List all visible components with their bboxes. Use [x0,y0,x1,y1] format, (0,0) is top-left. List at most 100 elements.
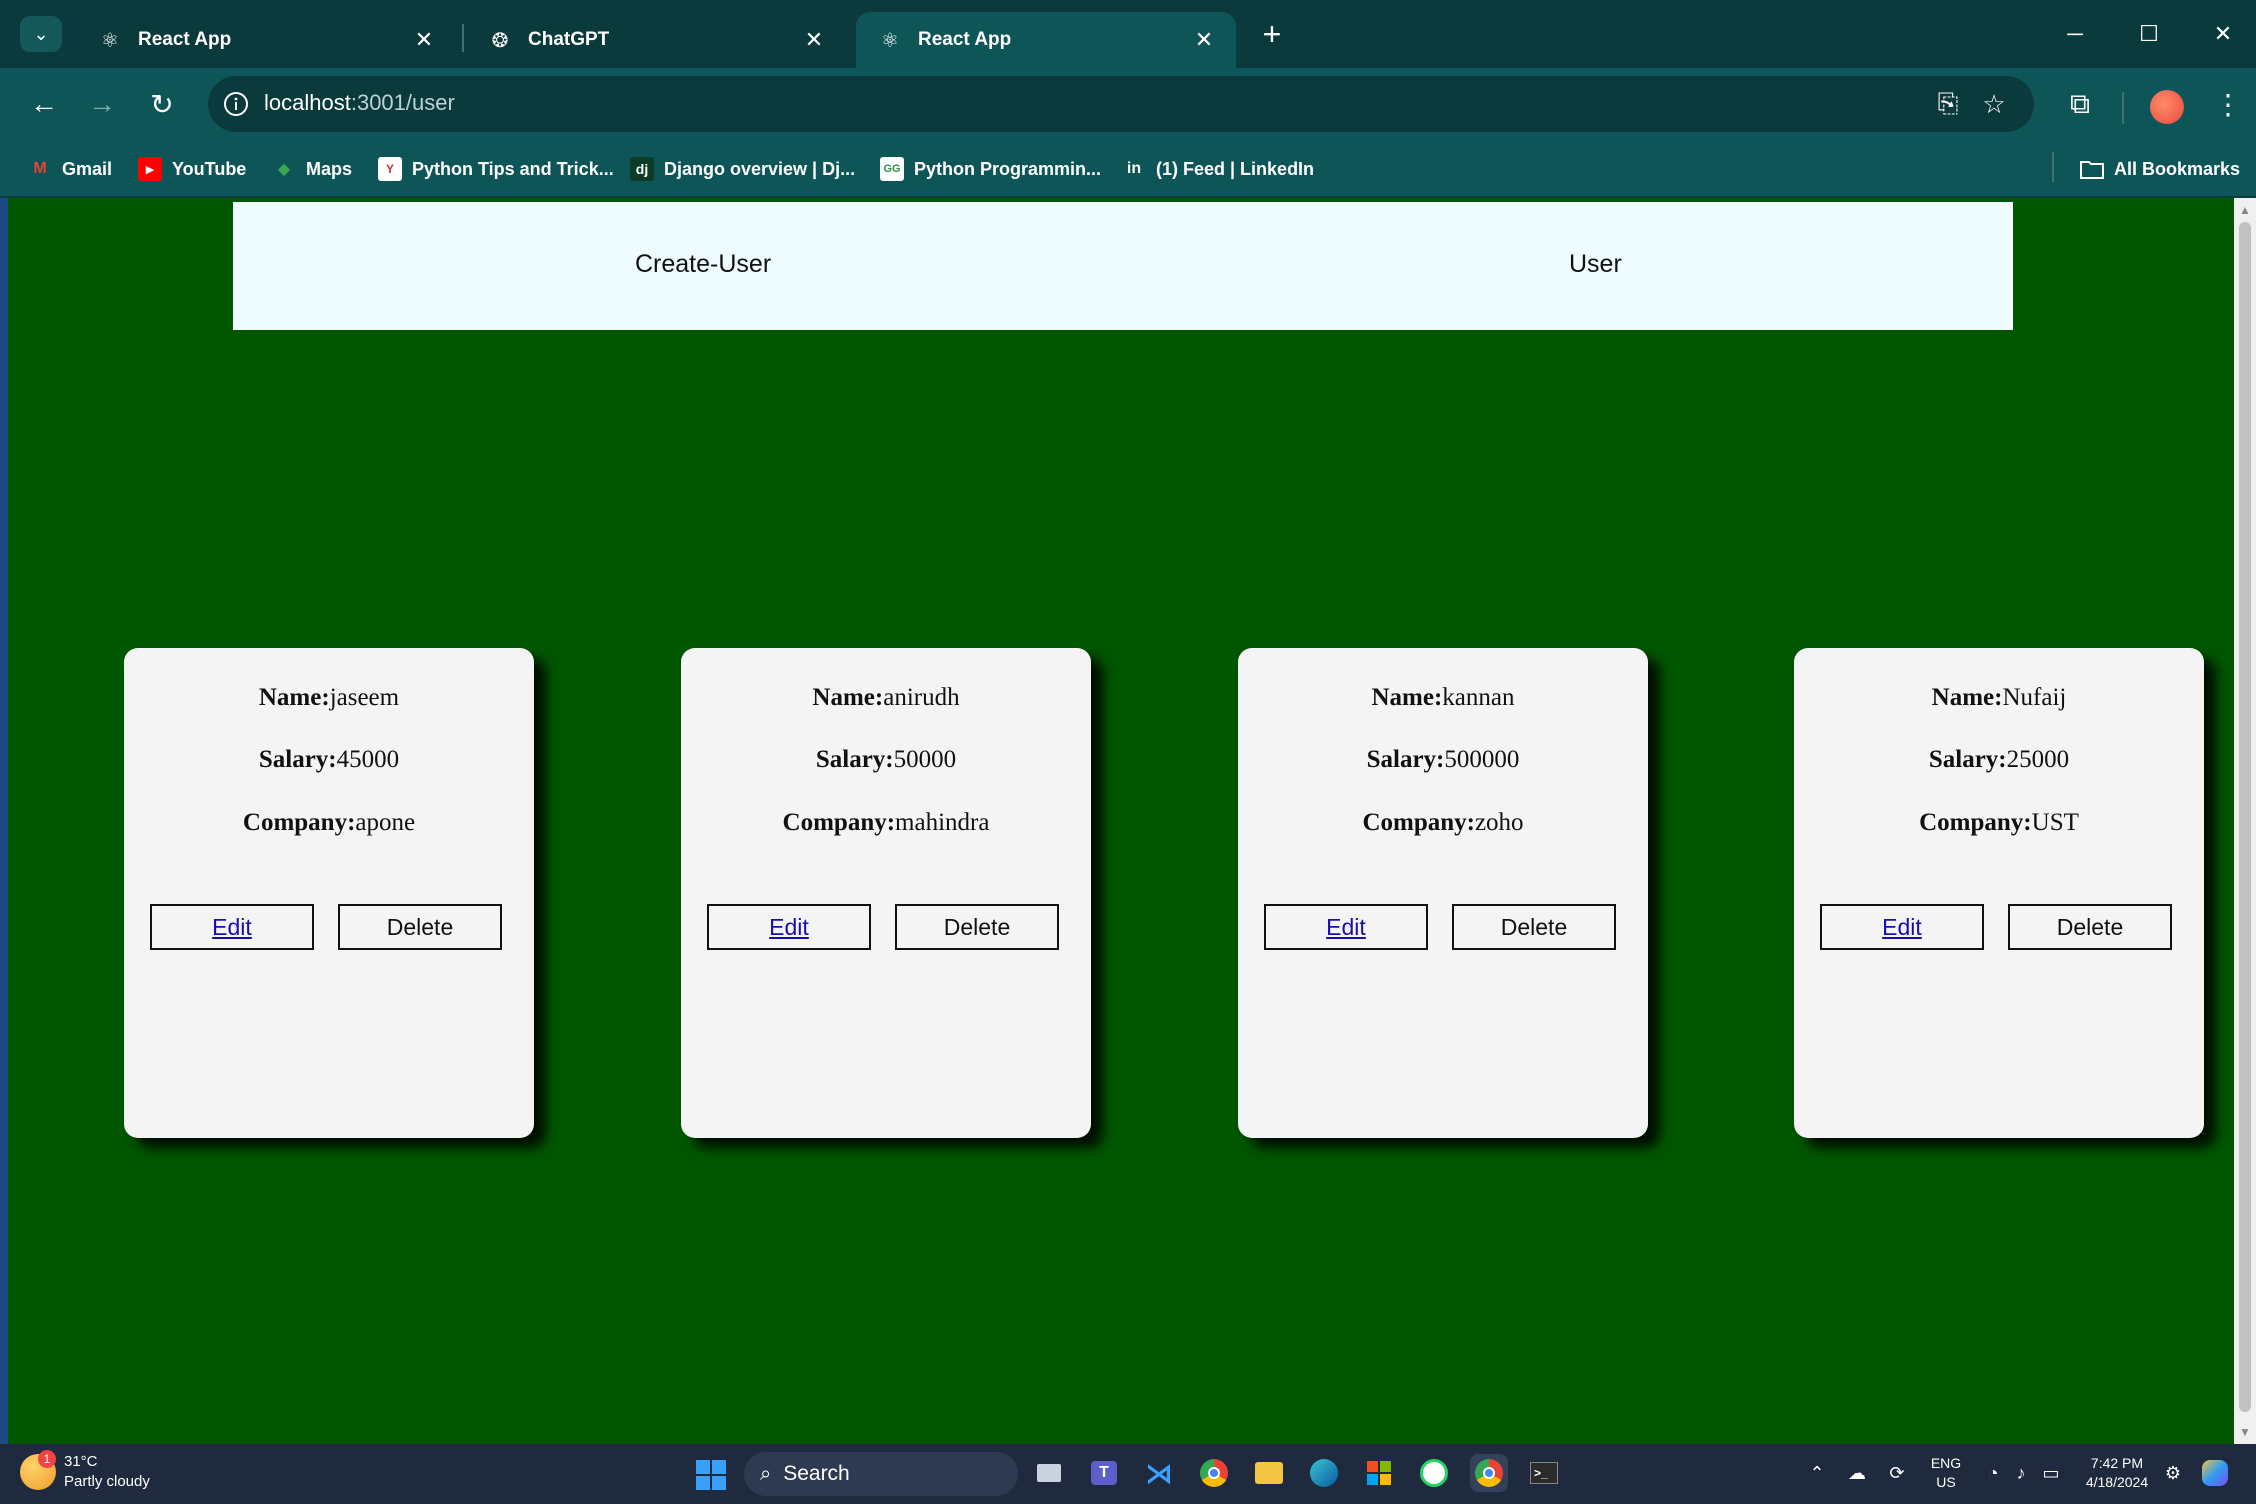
install-app-icon[interactable]: ⎘ [1930,86,1966,122]
react-icon: ⚛ [881,29,899,52]
linkedin-icon: in [1126,160,1142,177]
search-icon: ⌕ [760,1462,772,1485]
reload-icon[interactable]: ↻ [140,82,184,126]
back-arrow-icon[interactable]: ← [22,82,66,126]
browser-toolbar: ← → ↻ localhost:3001/user ⎘ ☆ ⧉ ⋮ [0,68,2256,140]
user-name: Name:Nufaij [1794,684,2204,712]
delete-button[interactable]: Delete [895,904,1059,950]
whatsapp-icon[interactable] [1415,1454,1453,1492]
tab-divider [462,24,464,52]
menu-kebab-icon[interactable]: ⋮ [2208,84,2248,124]
user-name: Name:anirudh [681,684,1091,712]
edge-icon[interactable] [1305,1454,1343,1492]
notifications-icon[interactable]: ⚙ [2158,1454,2188,1492]
user-salary: Salary:25000 [1794,746,2204,774]
delete-button[interactable]: Delete [338,904,502,950]
battery-icon[interactable]: ▭ [2036,1454,2066,1492]
clock[interactable]: 7:42 PM 4/18/2024 [2074,1454,2160,1492]
edit-button[interactable]: Edit [707,904,871,950]
file-explorer-icon[interactable] [1250,1454,1288,1492]
volume-icon[interactable]: ♪ [2006,1454,2036,1492]
vscode-icon[interactable]: ⋊ [1140,1454,1178,1492]
language-indicator[interactable]: ENG US [1926,1454,1966,1492]
maximize-icon[interactable]: ☐ [2124,12,2174,56]
bookmark-youtube[interactable]: ▶ YouTube [138,154,246,184]
window-edge [0,198,8,1444]
tab-search-dropdown-icon[interactable]: ⌄ [20,16,62,52]
terminal-icon[interactable]: >_ [1525,1454,1563,1492]
url-text: localhost:3001/user [264,90,455,116]
tab-react-app-1[interactable]: ⚛ React App ✕ [76,12,456,68]
scroll-up-icon[interactable]: ▲ [2238,202,2252,218]
bookmark-linkedin[interactable]: in (1) Feed | LinkedIn [1122,154,1314,184]
url-host: localhost [264,90,351,115]
close-icon[interactable]: ✕ [800,26,828,54]
close-icon[interactable]: ✕ [410,26,438,54]
edit-button[interactable]: Edit [150,904,314,950]
edit-button[interactable]: Edit [1264,904,1428,950]
react-icon: ⚛ [101,29,119,52]
time: 7:42 PM [2090,1455,2144,1471]
minimize-icon[interactable]: ─ [2050,12,2100,56]
all-bookmarks-button[interactable]: All Bookmarks [2080,154,2240,184]
bookmark-django[interactable]: dj Django overview | Dj... [630,154,855,184]
nav-link-user[interactable]: User [1569,250,1622,279]
vertical-scrollbar[interactable]: ▲ ▼ [2234,198,2256,1444]
bookmarks-bar: M Gmail ▶ YouTube ◆ Maps Y Python Tips a… [0,140,2256,196]
scroll-down-icon[interactable]: ▼ [2238,1424,2252,1440]
new-tab-plus-icon[interactable]: + [1252,16,1292,52]
profile-avatar[interactable] [2150,90,2184,124]
bookmark-gmail[interactable]: M Gmail [28,154,112,184]
gmail-icon: M [33,160,47,177]
company-label: Company: [1362,809,1475,836]
bookmark-label: Python Programmin... [914,158,1102,179]
company-label: Company: [242,809,356,836]
delete-button[interactable]: Delete [1452,904,1616,950]
bookmark-maps[interactable]: ◆ Maps [272,154,352,184]
extensions-puzzle-icon[interactable]: ⧉ [2060,84,2100,124]
toolbar-divider [2122,92,2124,124]
tab-title: ChatGPT [528,29,610,50]
bookmark-label: Maps [306,158,353,179]
language: ENG [1930,1455,1962,1471]
tab-chatgpt[interactable]: ❂ ChatGPT ✕ [466,12,846,68]
edit-button[interactable]: Edit [1820,904,1984,950]
user-name: Name:jaseem [124,684,534,712]
scrollbar-thumb[interactable] [2239,222,2251,1412]
chrome-active-icon[interactable] [1470,1454,1508,1492]
windows-start-icon[interactable] [696,1460,726,1490]
show-hidden-icons-chevron-icon[interactable]: ⌃ [1802,1454,1832,1492]
salary-label: Salary: [1366,746,1445,773]
bookmark-label: All Bookmarks [2114,158,2241,179]
weather-condition: Partly cloudy [64,1473,150,1490]
chatgpt-icon: ❂ [491,29,509,52]
teams-icon[interactable]: T [1085,1454,1123,1492]
site-icon: GG [880,157,904,181]
user-company: Company:apone [124,809,534,837]
nav-link-create-user[interactable]: Create-User [635,250,771,279]
onedrive-icon[interactable]: ☁ [1842,1454,1872,1492]
close-icon[interactable]: ✕ [1190,26,1218,54]
wifi-icon[interactable]: ◔ [1978,1454,2008,1492]
copilot-icon[interactable] [2200,1454,2230,1492]
window-close-icon[interactable]: ✕ [2198,12,2248,56]
salary-value: 25000 [2006,746,2070,773]
taskbar-search[interactable]: ⌕ Search [744,1452,1018,1496]
task-view-icon[interactable] [1030,1454,1068,1492]
tab-react-app-active[interactable]: ⚛ React App ✕ [856,12,1236,68]
site-info-icon[interactable] [218,86,254,122]
microsoft-store-icon[interactable] [1360,1454,1398,1492]
delete-button[interactable]: Delete [2008,904,2172,950]
name-value: anirudh [883,684,960,711]
weather-text: 31°C Partly cloudy [64,1452,150,1492]
bookmark-python-tips[interactable]: Y Python Tips and Trick... [378,154,614,184]
weather-widget[interactable]: 1 31°C Partly cloudy [20,1450,150,1492]
bookmark-python-programming[interactable]: GG Python Programmin... [880,154,1101,184]
chrome-icon[interactable] [1195,1454,1233,1492]
address-bar[interactable]: localhost:3001/user ⎘ ☆ [208,76,2034,132]
forward-arrow-icon[interactable]: → [80,82,124,126]
bookmark-star-icon[interactable]: ☆ [1976,86,2012,122]
sync-icon[interactable]: ⟳ [1882,1454,1912,1492]
salary-label: Salary: [258,746,337,773]
weather-badge: 1 [38,1450,56,1468]
